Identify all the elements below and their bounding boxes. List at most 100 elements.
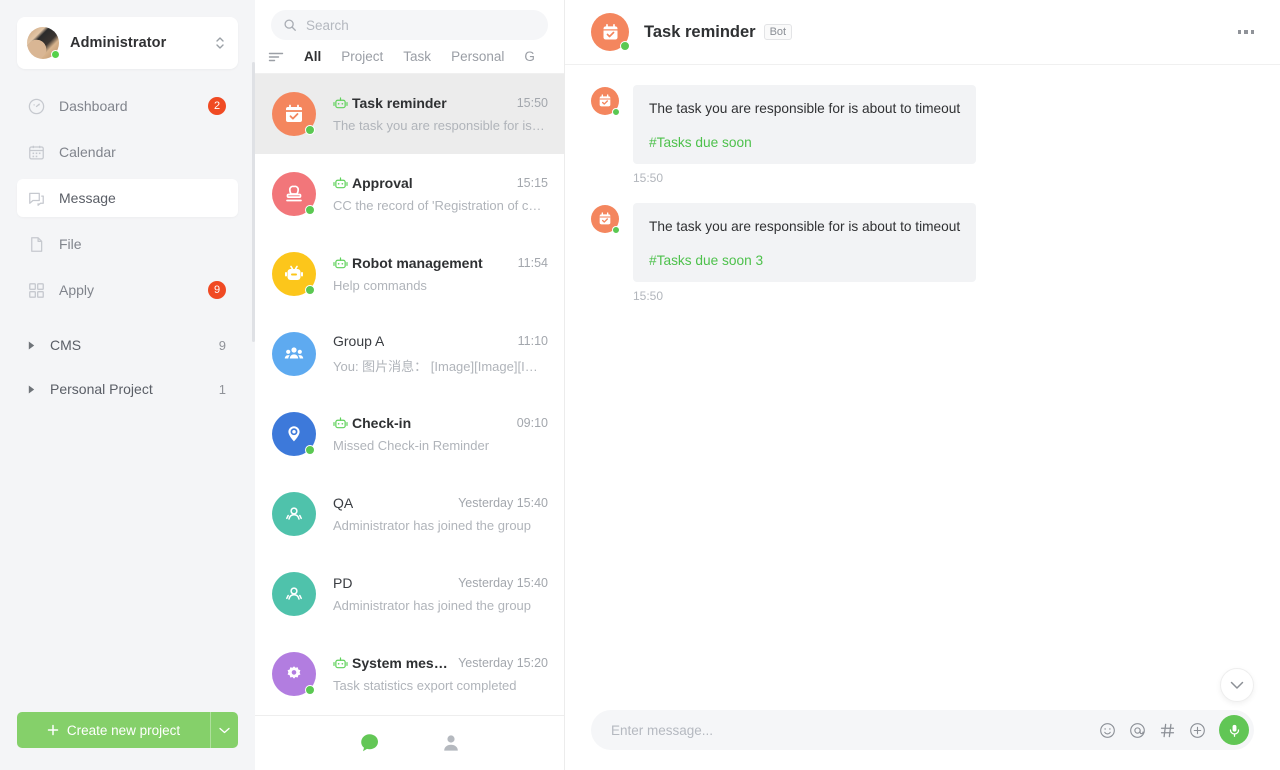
online-status-dot <box>305 205 315 215</box>
message-column: The task you are responsible for is abou… <box>633 85 977 185</box>
tab-task[interactable]: Task <box>393 49 441 64</box>
sidebar-project-personal[interactable]: Personal Project 1 <box>17 371 238 407</box>
tab-group[interactable]: G <box>514 49 545 64</box>
search-box[interactable] <box>271 10 548 40</box>
apply-grid-icon <box>29 282 44 298</box>
conversation-tabs: All Project Task Personal G <box>255 40 564 74</box>
project-count: 1 <box>218 381 226 397</box>
emoji-icon[interactable] <box>1099 722 1116 739</box>
online-status-dot <box>305 685 315 695</box>
sidebar-nav: Dashboard 2 Calendar Message File Apply … <box>0 87 255 317</box>
list-item-preview: Help commands <box>333 278 427 293</box>
bot-icon <box>333 176 348 188</box>
list-item-time: 09:10 <box>516 416 548 430</box>
avatar <box>27 27 60 59</box>
project-label: CMS <box>50 337 82 353</box>
chat-input-section <box>565 710 1280 770</box>
list-item-title: QA <box>333 495 354 511</box>
online-status-dot <box>612 108 620 116</box>
create-project-dropdown-button[interactable] <box>210 712 238 748</box>
list-item-body: Task reminder 15:50 The task you are res… <box>333 95 548 133</box>
list-item[interactable]: QA Yesterday 15:40 Administrator has joi… <box>255 474 564 554</box>
list-item[interactable]: PD Yesterday 15:40 Administrator has joi… <box>255 554 564 634</box>
message-bubble: The task you are responsible for is abou… <box>633 85 977 164</box>
avatar <box>272 412 316 456</box>
sidebar-item-file[interactable]: File <box>17 225 238 263</box>
message-row: The task you are responsible for is abou… <box>591 202 1254 303</box>
status-badge: Bot <box>763 24 793 40</box>
calendar-icon <box>29 145 44 159</box>
avatar <box>272 332 316 376</box>
tab-all[interactable]: All <box>294 49 331 64</box>
avatar <box>272 492 316 536</box>
list-item[interactable]: Approval 15:15 CC the record of 'Registr… <box>255 154 564 234</box>
message-hashtag[interactable]: #Tasks due soon <box>649 135 960 150</box>
app-root: Administrator Dashboard 2 Calendar Messa… <box>0 0 1280 770</box>
user-name: Administrator <box>70 35 167 51</box>
sidebar-item-dashboard[interactable]: Dashboard 2 <box>17 87 238 125</box>
microphone-icon <box>1229 724 1239 737</box>
list-item-time: Yesterday 15:20 <box>458 656 548 670</box>
list-item-preview: Task statistics export completed <box>333 678 517 693</box>
chevron-down-icon <box>219 727 230 733</box>
chat-bubble-icon[interactable] <box>357 731 381 755</box>
avatar <box>272 172 316 216</box>
message-text: The task you are responsible for is abou… <box>649 101 961 116</box>
filter-sort-icon[interactable] <box>268 49 284 65</box>
sidebar-item-message[interactable]: Message <box>17 179 238 217</box>
file-icon <box>31 236 43 252</box>
sidebar-item-apply[interactable]: Apply 9 <box>17 271 238 309</box>
plus-icon <box>47 724 59 736</box>
tab-personal[interactable]: Personal <box>441 49 514 64</box>
up-down-chevron-icon[interactable] <box>214 34 226 52</box>
list-item-title: Check-in <box>352 415 412 431</box>
hashtag-icon[interactable] <box>1159 722 1176 739</box>
more-horizontal-icon[interactable] <box>1237 30 1254 34</box>
avatar <box>272 572 316 616</box>
conversation-scroll[interactable]: Task reminder 15:50 The task you are res… <box>255 74 564 715</box>
search-input[interactable] <box>306 17 536 33</box>
create-new-project-button[interactable]: Create new project <box>17 712 238 748</box>
scroll-to-bottom-button[interactable] <box>1220 668 1254 702</box>
list-item-title: Robot management <box>352 255 483 271</box>
sidebar-project-cms[interactable]: CMS 9 <box>17 327 238 363</box>
chat-panel: Task reminder Bot The task you are respo… <box>565 0 1280 770</box>
mention-at-icon[interactable] <box>1129 722 1146 739</box>
message-input[interactable] <box>611 722 1099 738</box>
list-item-time: Yesterday 15:40 <box>458 576 548 590</box>
list-item[interactable]: Task reminder 15:50 The task you are res… <box>255 74 564 154</box>
project-list: CMS 9 Personal Project 1 <box>0 327 255 415</box>
list-item[interactable]: Robot management 11:54 Help commands <box>255 234 564 314</box>
list-item-preview: Administrator has joined the group <box>333 598 532 613</box>
sidebar-item-label: Dashboard <box>59 98 128 114</box>
create-new-project-main[interactable]: Create new project <box>17 712 210 748</box>
sidebar-item-label: Calendar <box>59 144 116 160</box>
search-section <box>255 0 564 40</box>
chat-input-bar[interactable] <box>591 710 1254 750</box>
list-item-title: PD <box>333 575 353 591</box>
avatar <box>272 652 316 696</box>
voice-message-button[interactable] <box>1219 715 1249 745</box>
user-card[interactable]: Administrator <box>17 17 238 69</box>
list-item-title: Task reminder <box>352 95 447 111</box>
list-item-time: Yesterday 15:40 <box>458 496 548 510</box>
triangle-right-icon[interactable] <box>27 384 37 395</box>
sidebar-item-label: Message <box>59 190 116 206</box>
sidebar-item-calendar[interactable]: Calendar <box>17 133 238 171</box>
avatar <box>272 252 316 296</box>
list-item[interactable]: Check-in 09:10 Missed Check-in Reminder <box>255 394 564 474</box>
tab-project[interactable]: Project <box>331 49 393 64</box>
list-item-time: 11:54 <box>517 256 548 270</box>
list-item[interactable]: Group A 11:10 You: 图片消息： [Image][Image][… <box>255 314 564 394</box>
online-status-dot <box>305 285 315 295</box>
bot-icon <box>333 416 348 428</box>
online-status-dot <box>51 50 60 59</box>
contacts-person-icon[interactable] <box>439 731 463 755</box>
list-item-time: 11:10 <box>517 334 548 348</box>
list-item[interactable]: System message Yesterday 15:20 Task stat… <box>255 634 564 714</box>
triangle-right-icon[interactable] <box>27 340 37 351</box>
plus-circle-icon[interactable] <box>1189 722 1206 739</box>
sidebar-item-label: File <box>59 236 82 252</box>
message-hashtag[interactable]: #Tasks due soon 3 <box>649 253 960 268</box>
avatar <box>272 92 316 136</box>
